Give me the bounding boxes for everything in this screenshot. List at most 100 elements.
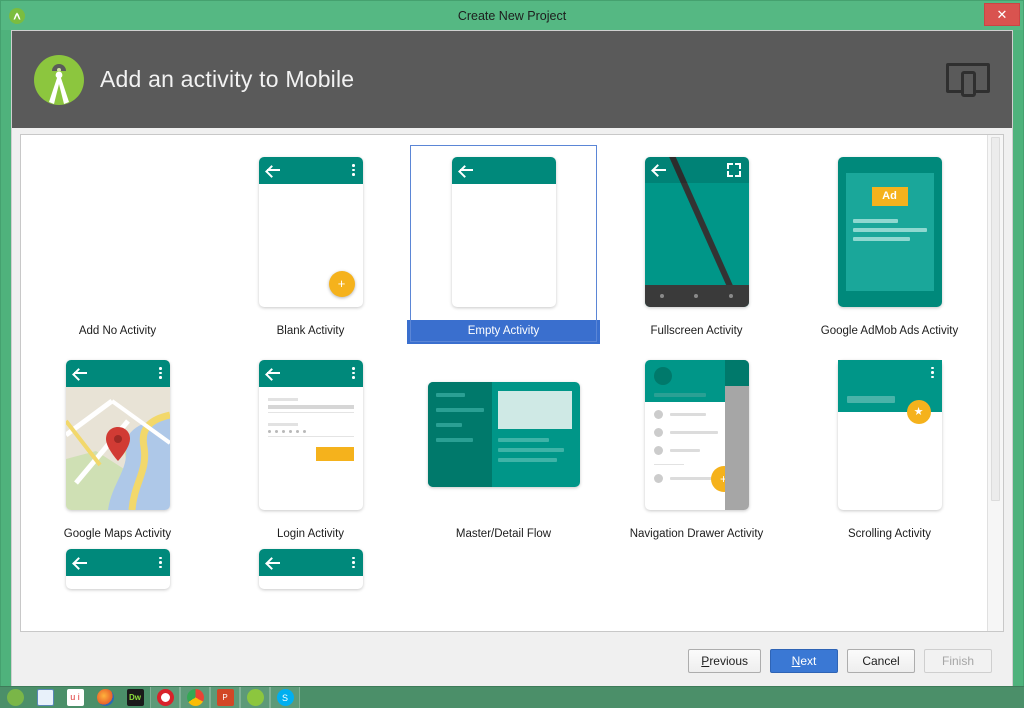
admob-content-panel: Ad — [846, 173, 934, 291]
template-card-login-activity[interactable]: Login Activity — [214, 344, 407, 547]
template-gallery-wrap: Add No Activity + — [12, 128, 1012, 632]
system-nav-bar — [645, 285, 749, 307]
thumb-area — [214, 344, 407, 523]
login-activity-thumbnail — [259, 360, 363, 510]
field-underline — [268, 412, 354, 413]
template-card-partial[interactable] — [214, 547, 407, 593]
password-label — [268, 423, 298, 426]
template-card-fullscreen-activity[interactable]: Fullscreen Activity — [600, 141, 793, 344]
thumb-area: ★ — [793, 344, 986, 523]
template-card-google-maps-activity[interactable]: Google Maps Activity — [21, 344, 214, 547]
create-new-project-dialog: Create New Project ✕ Add an activity to … — [0, 0, 1024, 692]
template-card-navigation-drawer-activity[interactable]: + Navigation Drawer Activity — [600, 344, 793, 547]
overflow-menu-icon — [352, 367, 355, 379]
thumb-area: + — [600, 344, 793, 523]
powerpoint-icon[interactable]: P — [210, 686, 240, 708]
back-arrow-icon — [74, 368, 87, 378]
thumb-area — [21, 547, 214, 593]
close-icon[interactable]: ✕ — [984, 3, 1020, 26]
template-label: Login Activity — [214, 523, 407, 547]
template-label: Blank Activity — [214, 320, 407, 344]
previous-button[interactable]: Previous — [688, 649, 761, 673]
partial-thumbnail — [66, 549, 170, 589]
template-label: Scrolling Activity — [793, 523, 986, 547]
title-bar[interactable]: Create New Project ✕ — [1, 1, 1023, 30]
avatar — [654, 367, 672, 385]
wizard-header: Add an activity to Mobile — [12, 31, 1012, 128]
field-underline — [268, 436, 354, 437]
overflow-menu-icon — [159, 557, 162, 569]
fullscreen-activity-thumbnail — [645, 157, 749, 307]
thumb-area — [214, 547, 407, 593]
scrolling-activity-thumbnail: ★ — [838, 360, 942, 510]
template-card-scrolling-activity[interactable]: ★ Scrolling Activity — [793, 344, 986, 547]
wizard-body: Add an activity to Mobile Add No Activit… — [11, 30, 1013, 691]
app-bar — [452, 157, 556, 184]
app-bar-right — [725, 360, 749, 386]
floating-action-button-icon: ★ — [907, 400, 931, 424]
master-detail-thumbnail — [428, 382, 580, 487]
sign-in-button — [316, 447, 354, 461]
scrollbar-thumb[interactable] — [991, 137, 1000, 501]
cancel-button[interactable]: Cancel — [847, 649, 915, 673]
app-bar — [66, 360, 170, 387]
partial-thumbnail — [259, 549, 363, 589]
windows-taskbar: u i Dw P S — [0, 686, 1024, 708]
firefox-icon[interactable] — [90, 686, 120, 708]
thumb-area: + — [214, 141, 407, 320]
opera-icon[interactable] — [150, 686, 180, 708]
android-studio-icon[interactable] — [240, 686, 270, 708]
app-bar — [259, 549, 363, 576]
template-label: Google Maps Activity — [21, 523, 214, 547]
template-label: Empty Activity — [407, 320, 600, 344]
thumb-area: Ad — [793, 141, 986, 320]
template-label: Navigation Drawer Activity — [600, 523, 793, 547]
skype-icon[interactable]: S — [270, 686, 300, 708]
overflow-menu-icon — [931, 367, 934, 379]
window-title: Create New Project — [1, 9, 1023, 23]
chrome-icon[interactable] — [180, 686, 210, 708]
back-arrow-icon — [267, 558, 280, 568]
logo-compass — [38, 72, 80, 105]
collapsing-app-bar: ★ — [838, 360, 942, 412]
gallery-scrollbar[interactable] — [987, 135, 1003, 631]
template-card-empty-activity[interactable]: Empty Activity — [407, 141, 600, 344]
detail-pane — [492, 382, 580, 487]
template-card-google-admob-ads-activity[interactable]: Ad Google AdMob Ads Acti — [793, 141, 986, 344]
ad-badge: Ad — [872, 187, 908, 206]
divider — [654, 464, 684, 465]
map-graphic — [66, 387, 170, 510]
app-bar — [259, 157, 363, 184]
desktop: Create New Project ✕ Add an activity to … — [0, 0, 1024, 708]
android-studio-icon — [9, 8, 25, 24]
back-arrow-icon — [653, 165, 666, 175]
navigation-drawer-thumbnail: + — [645, 360, 749, 510]
empty-activity-thumbnail — [452, 157, 556, 307]
thumb-empty-placeholder — [21, 141, 214, 320]
password-field — [268, 430, 354, 433]
login-form — [259, 387, 363, 461]
app-bar-title — [847, 396, 895, 403]
next-button[interactable]: Next — [770, 649, 838, 673]
ui-app-icon[interactable]: u i — [60, 686, 90, 708]
master-list-pane — [428, 382, 492, 487]
template-card-blank-activity[interactable]: + Blank Activity — [214, 141, 407, 344]
back-arrow-icon — [74, 558, 87, 568]
app-bar — [645, 157, 749, 183]
explorer-icon[interactable] — [30, 686, 60, 708]
tablet-phone-icon — [946, 63, 990, 97]
admob-activity-thumbnail: Ad — [838, 157, 942, 307]
email-field — [268, 405, 354, 409]
overflow-menu-icon — [352, 557, 355, 569]
template-card-master-detail-flow[interactable]: Master/Detail Flow — [407, 344, 600, 547]
start-orb-icon[interactable] — [0, 686, 30, 708]
page-title: Add an activity to Mobile — [100, 66, 354, 93]
wizard-footer: Previous Next Cancel Finish — [12, 632, 1012, 690]
template-card-partial[interactable] — [21, 547, 214, 593]
fullscreen-expand-icon — [727, 163, 741, 177]
next-label-rest: ext — [800, 654, 816, 668]
template-label: Master/Detail Flow — [407, 523, 600, 547]
dreamweaver-icon[interactable]: Dw — [120, 686, 150, 708]
thumb-area — [21, 344, 214, 523]
template-card-add-no-activity[interactable]: Add No Activity — [21, 141, 214, 344]
